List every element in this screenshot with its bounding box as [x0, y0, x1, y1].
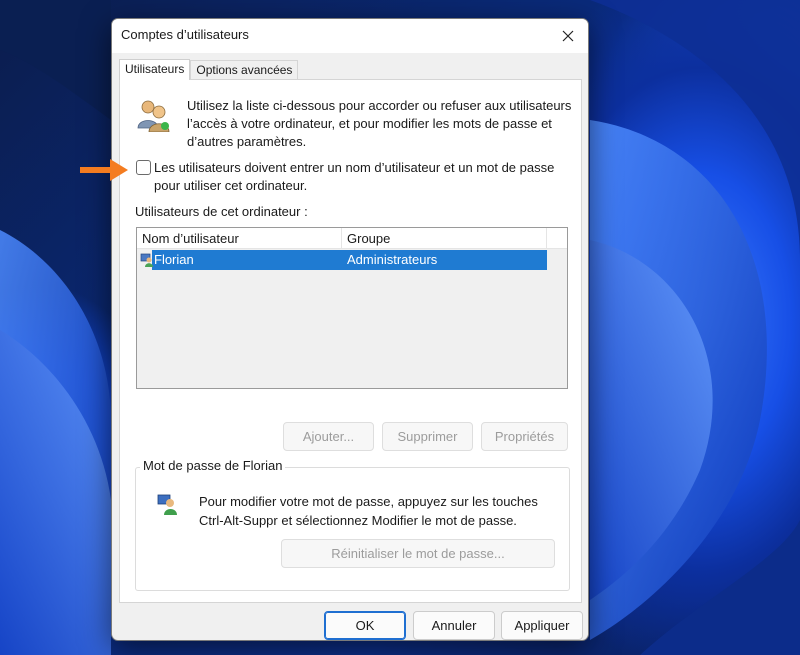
password-group-title: Mot de passe de Florian	[140, 458, 286, 473]
close-button[interactable]	[548, 19, 588, 53]
ok-button[interactable]: OK	[324, 611, 406, 640]
reset-password-button[interactable]: Réinitialiser le mot de passe...	[281, 539, 555, 568]
users-tab-panel: Utilisez la liste ci-dessous pour accord…	[119, 79, 582, 603]
cell-group: Administrateurs	[347, 252, 438, 267]
column-header-username[interactable]: Nom d’utilisateur	[137, 228, 342, 249]
users-list-label: Utilisateurs de cet ordinateur :	[135, 204, 308, 219]
window-title: Comptes d’utilisateurs	[121, 27, 249, 42]
properties-button[interactable]: Propriétés	[481, 422, 568, 451]
annotation-arrow-icon	[80, 159, 128, 181]
require-login-checkbox[interactable]	[136, 160, 151, 175]
password-instructions: Pour modifier votre mot de passe, appuye…	[199, 494, 538, 528]
cell-username: Florian	[154, 252, 194, 267]
users-icon	[137, 100, 170, 132]
user-accounts-dialog: Comptes d’utilisateurs Utilisateurs Opti…	[111, 18, 589, 641]
list-header: Nom d’utilisateur Groupe	[137, 228, 567, 249]
tab-strip: Utilisateurs Options avancées	[119, 59, 299, 80]
user-key-icon	[157, 494, 177, 515]
column-header-group[interactable]: Groupe	[342, 228, 547, 249]
remove-user-button[interactable]: Supprimer	[382, 422, 473, 451]
users-listview[interactable]: Nom d’utilisateur Groupe Florian Adminis…	[136, 227, 568, 389]
table-row[interactable]: Florian Administrateurs	[137, 250, 567, 270]
require-login-label[interactable]: Les utilisateurs doivent entrer un nom d…	[154, 159, 574, 195]
tab-advanced-options[interactable]: Options avancées	[190, 60, 299, 79]
title-bar: Comptes d’utilisateurs	[112, 19, 588, 53]
intro-text: Utilisez la liste ci-dessous pour accord…	[187, 98, 572, 149]
apply-button[interactable]: Appliquer	[501, 611, 583, 640]
add-user-button[interactable]: Ajouter...	[283, 422, 374, 451]
close-icon	[562, 30, 574, 42]
user-icon	[140, 253, 153, 267]
cancel-button[interactable]: Annuler	[413, 611, 495, 640]
tab-users[interactable]: Utilisateurs	[119, 59, 191, 80]
